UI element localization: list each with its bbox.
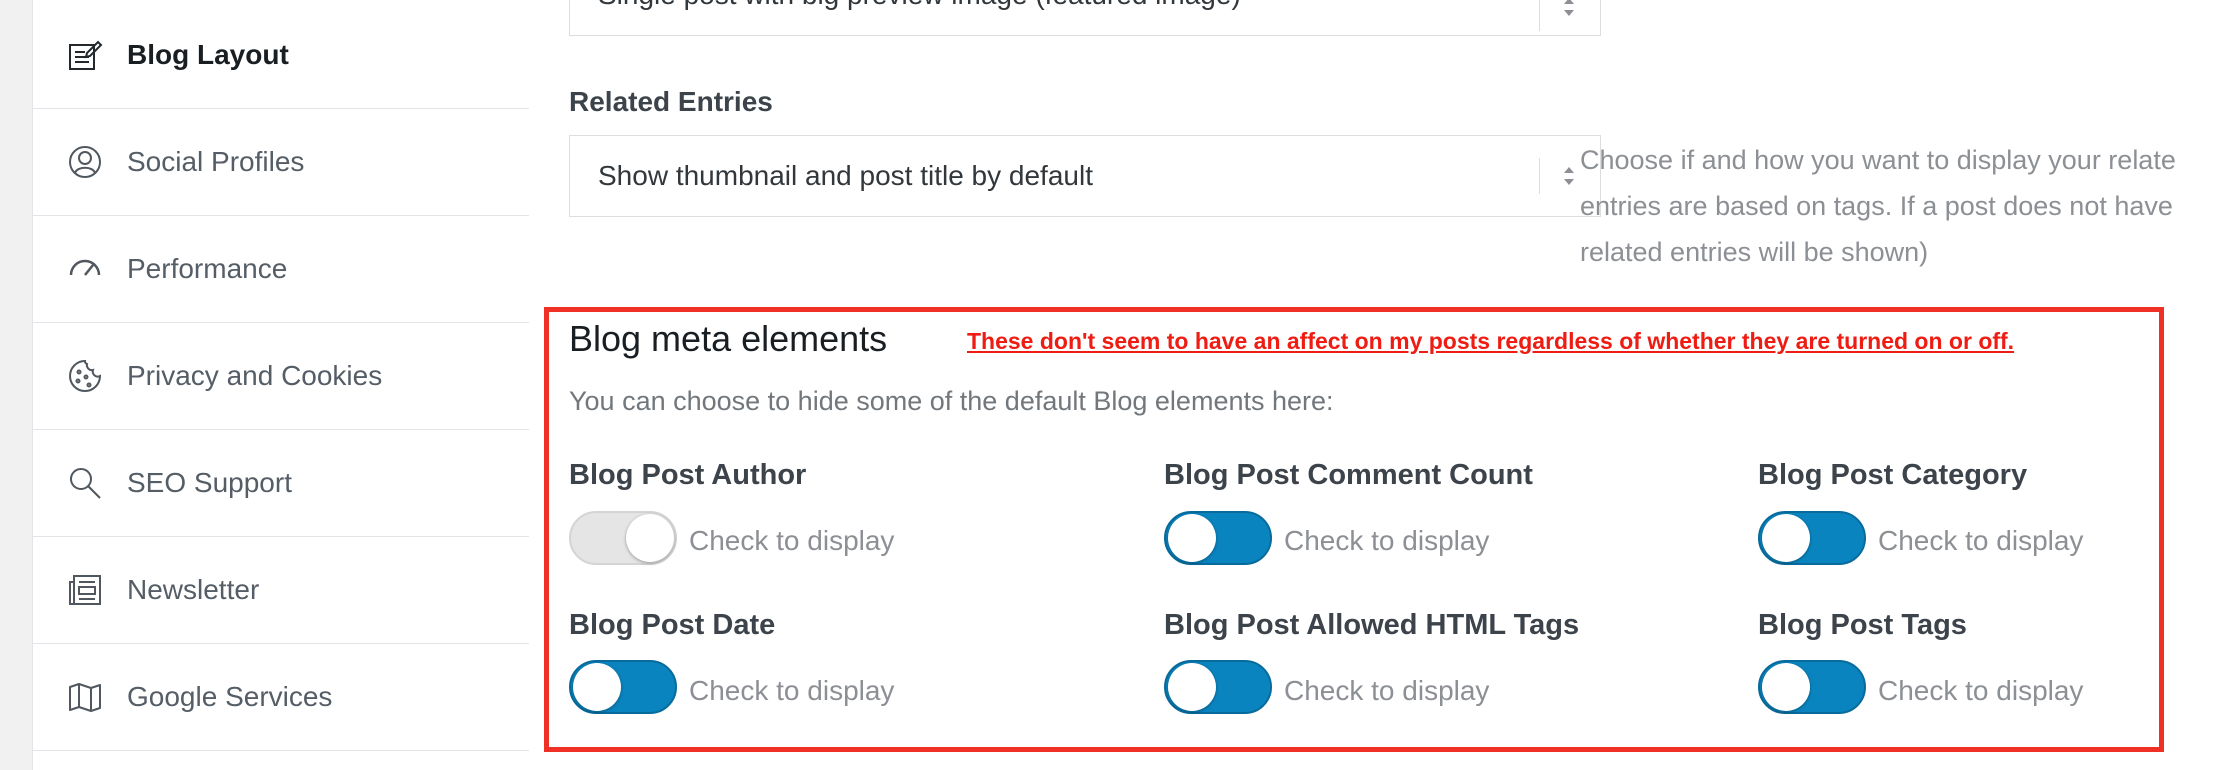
- description-line: Choose if and how you want to display yo…: [1580, 145, 2176, 175]
- select-arrows-icon: [1564, 167, 1574, 185]
- blog-layout-icon: [67, 37, 103, 73]
- sidebar-item-seo-support[interactable]: SEO Support: [33, 430, 529, 537]
- toggle-knob: [1168, 663, 1216, 711]
- sidebar-item-performance[interactable]: Performance: [33, 216, 529, 323]
- toggle-knob: [1762, 663, 1810, 711]
- blog-meta-elements-title: Blog meta elements: [569, 318, 888, 359]
- check-to-display-text: Check to display: [1878, 675, 2084, 706]
- select-value: Single post with big preview image (feat…: [598, 0, 1241, 11]
- annotation-note: These don't seem to have an affect on my…: [967, 328, 2015, 354]
- sidebar-item-blog-layout[interactable]: Blog Layout: [33, 2, 529, 109]
- blog-post-style-select[interactable]: Single post with big preview image (feat…: [569, 0, 1601, 36]
- toggle-knob: [1762, 514, 1810, 562]
- check-to-display-text: Check to display: [1284, 525, 1490, 556]
- description-line: entries are based on tags. If a post doe…: [1580, 191, 2173, 221]
- sidebar-item-label: Social Profiles: [127, 146, 305, 177]
- blog-post-author-label: Blog Post Author: [569, 459, 807, 491]
- settings-sidebar: Blog Layout Social Profiles Performance …: [32, 0, 530, 770]
- select-separator: [1539, 158, 1540, 194]
- sidebar-item-label: Google Services: [127, 681, 333, 712]
- toggle-knob: [573, 663, 621, 711]
- sidebar-item-newsletter[interactable]: Newsletter: [33, 537, 529, 644]
- blog-post-allowed-html-tags-label: Blog Post Allowed HTML Tags: [1164, 609, 1580, 641]
- blog-post-date-toggle[interactable]: [569, 660, 677, 714]
- blog-post-tags-toggle[interactable]: [1758, 660, 1866, 714]
- sidebar-item-social-profiles[interactable]: Social Profiles: [33, 109, 529, 216]
- main-settings-panel: Single post with big preview image (feat…: [529, 0, 2214, 770]
- related-entries-label: Related Entries: [569, 86, 773, 117]
- toggle-knob: [1168, 514, 1216, 562]
- blog-post-category-toggle[interactable]: [1758, 511, 1866, 565]
- performance-gauge-icon: [67, 251, 103, 287]
- blog-post-comment-count-label: Blog Post Comment Count: [1164, 459, 1533, 491]
- blog-meta-elements-subtitle: You can choose to hide some of the defau…: [569, 386, 1334, 416]
- sidebar-item-label: Blog Layout: [127, 39, 289, 70]
- sidebar-item-label: Newsletter: [127, 574, 260, 605]
- cookie-icon: [67, 358, 103, 394]
- select-arrows-icon: [1564, 0, 1574, 16]
- sidebar-item-label: Performance: [127, 253, 288, 284]
- social-profiles-icon: [67, 144, 103, 180]
- check-to-display-text: Check to display: [1878, 525, 2084, 556]
- blog-post-author-toggle[interactable]: [569, 511, 677, 565]
- blog-post-category-label: Blog Post Category: [1758, 459, 2028, 491]
- map-icon: [67, 679, 103, 715]
- blog-post-date-label: Blog Post Date: [569, 609, 776, 641]
- blog-post-allowed-html-tags-toggle[interactable]: [1164, 660, 1272, 714]
- sidebar-item-google-services[interactable]: Google Services: [33, 644, 529, 751]
- toggle-knob: [626, 514, 674, 562]
- sidebar-item-label: Privacy and Cookies: [127, 360, 383, 391]
- description-line: related entries will be shown): [1580, 237, 1929, 267]
- select-separator: [1539, 0, 1540, 31]
- newsletter-icon: [67, 572, 103, 608]
- related-entries-description: Choose if and how you want to display yo…: [1580, 137, 2214, 275]
- search-icon: [67, 465, 103, 501]
- check-to-display-text: Check to display: [689, 525, 895, 556]
- sidebar-next-item-edge: [33, 751, 529, 770]
- blog-post-comment-count-toggle[interactable]: [1164, 511, 1272, 565]
- sidebar-item-privacy-cookies[interactable]: Privacy and Cookies: [33, 323, 529, 430]
- blog-post-tags-label: Blog Post Tags: [1758, 609, 1967, 641]
- check-to-display-text: Check to display: [1284, 675, 1490, 706]
- check-to-display-text: Check to display: [689, 675, 895, 706]
- select-value: Show thumbnail and post title by default: [598, 160, 1093, 191]
- sidebar-item-label: SEO Support: [127, 467, 292, 498]
- related-entries-select[interactable]: Show thumbnail and post title by default: [569, 135, 1601, 217]
